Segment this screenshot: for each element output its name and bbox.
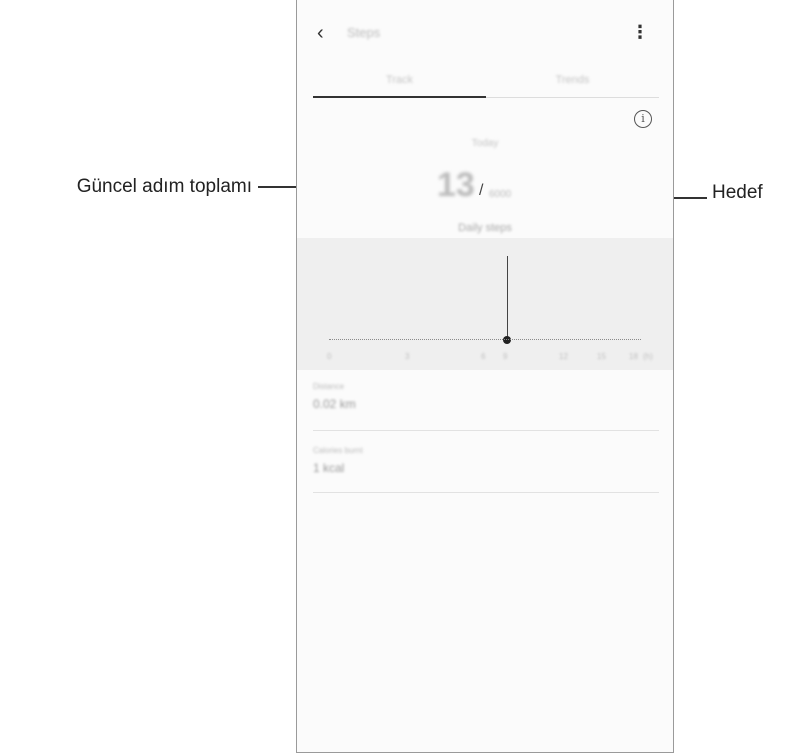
steps-graph: 0 3 6 9 12 15 18 (h) xyxy=(297,238,673,370)
axis-tick-12: 12 xyxy=(559,352,568,361)
stat-divider xyxy=(313,430,659,431)
current-time-marker-dot xyxy=(503,336,511,344)
distance-label: Distance xyxy=(313,382,345,391)
today-label: Today xyxy=(471,138,499,149)
tab-bar: Track Trends xyxy=(313,64,659,98)
stat-row-calories: Calories burnt 1 kcal xyxy=(313,446,659,475)
axis-tick-0: 0 xyxy=(327,352,332,361)
tab-track[interactable]: Track xyxy=(313,74,486,86)
current-steps-value: 13 xyxy=(437,166,475,204)
target-callout: Hedef xyxy=(712,182,763,203)
calories-label: Calories burnt xyxy=(313,446,363,455)
calories-value: 1 kcal xyxy=(313,461,345,475)
distance-value: 0.02 km xyxy=(313,397,356,411)
chevron-left-icon[interactable]: ‹ xyxy=(317,22,324,45)
graph-time-axis xyxy=(329,339,641,340)
goal-separator: / xyxy=(479,182,484,199)
axis-tick-3: 3 xyxy=(405,352,410,361)
stat-row-distance: Distance 0.02 km xyxy=(313,382,659,411)
tab-divider xyxy=(486,97,659,98)
current-steps-callout: Güncel adım toplamı xyxy=(76,176,252,197)
page-title: Steps xyxy=(347,25,381,40)
app-header: ‹ Steps ⋮ xyxy=(297,20,673,52)
daily-steps-label: Daily steps xyxy=(458,222,512,234)
axis-unit-label: (h) xyxy=(643,352,653,361)
active-tab-indicator xyxy=(313,96,486,98)
phone-screen: ‹ Steps ⋮ Track Trends i Today 13 / 6000… xyxy=(296,0,674,753)
tab-trends[interactable]: Trends xyxy=(486,74,659,86)
axis-tick-9: 9 xyxy=(503,352,508,361)
info-icon[interactable]: i xyxy=(634,110,652,128)
axis-tick-18: 18 xyxy=(629,352,638,361)
more-vertical-icon[interactable]: ⋮ xyxy=(631,22,649,43)
current-time-marker-line xyxy=(507,256,508,340)
goal-value[interactable]: 6000 xyxy=(489,189,511,200)
axis-tick-15: 15 xyxy=(597,352,606,361)
stat-divider xyxy=(313,492,659,493)
axis-tick-6: 6 xyxy=(481,352,486,361)
